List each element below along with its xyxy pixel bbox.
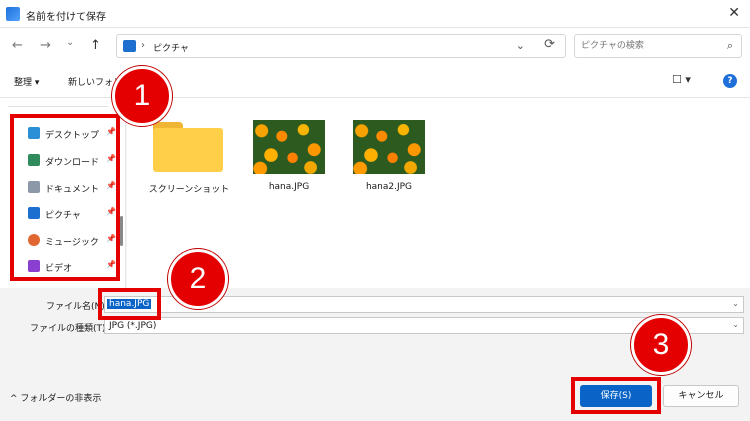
title-bar: 名前を付けて保存 ✕ bbox=[0, 0, 750, 28]
search-input[interactable] bbox=[581, 39, 711, 53]
file-item-hana[interactable]: hana.JPG bbox=[247, 98, 337, 192]
help-icon[interactable]: ? bbox=[723, 74, 737, 88]
view-options-button[interactable]: ☐ ▾ bbox=[672, 73, 691, 86]
filetype-value: JPG (*.JPG) bbox=[109, 321, 157, 331]
file-name: hana2.JPG bbox=[365, 182, 413, 192]
image-thumbnail bbox=[353, 120, 425, 174]
refresh-icon[interactable]: ⟳ bbox=[544, 37, 555, 52]
image-thumbnail bbox=[253, 120, 325, 174]
back-icon[interactable]: ← bbox=[12, 38, 23, 53]
step-marker-1: 1 bbox=[112, 66, 172, 126]
search-box[interactable]: ⌕ bbox=[574, 34, 742, 58]
file-item-hana2[interactable]: hana2.JPG bbox=[347, 98, 437, 192]
file-name: hana.JPG bbox=[268, 182, 310, 192]
highlight-box-filename bbox=[98, 288, 161, 320]
up-icon[interactable]: ↑ bbox=[90, 38, 101, 53]
address-bar[interactable]: › ピクチャ ⌄ ⟳ bbox=[116, 34, 566, 58]
window-title: 名前を付けて保存 bbox=[26, 12, 106, 23]
breadcrumb-separator-icon: › bbox=[141, 40, 145, 51]
breadcrumb-pictures[interactable]: ピクチャ bbox=[153, 41, 189, 54]
chevron-down-icon[interactable]: ⌄ bbox=[732, 299, 739, 308]
divider bbox=[8, 106, 108, 107]
step-marker-2: 2 bbox=[168, 249, 228, 309]
chevron-down-icon[interactable]: ⌄ bbox=[516, 39, 525, 52]
recent-locations-icon[interactable]: ⌄ bbox=[66, 37, 74, 48]
file-name: スクリーンショット bbox=[148, 185, 230, 195]
close-icon[interactable]: ✕ bbox=[728, 5, 740, 21]
hide-folders-button[interactable]: ^ フォルダーの非表示 bbox=[10, 391, 101, 404]
chevron-down-icon[interactable]: ⌄ bbox=[732, 320, 739, 329]
forward-icon[interactable]: → bbox=[40, 38, 51, 53]
folder-icon bbox=[153, 122, 223, 172]
app-icon bbox=[6, 7, 20, 21]
pictures-icon bbox=[123, 40, 136, 52]
cancel-button[interactable]: キャンセル bbox=[663, 385, 739, 407]
highlight-box-sidebar bbox=[10, 114, 120, 281]
sidebar-scrollbar[interactable] bbox=[120, 216, 123, 246]
highlight-box-save bbox=[571, 377, 661, 414]
organize-button[interactable]: 整理 ▾ bbox=[14, 75, 39, 88]
filetype-label: ファイルの種類(T): bbox=[30, 324, 109, 334]
step-marker-3: 3 bbox=[631, 315, 691, 375]
search-icon[interactable]: ⌕ bbox=[727, 39, 733, 53]
